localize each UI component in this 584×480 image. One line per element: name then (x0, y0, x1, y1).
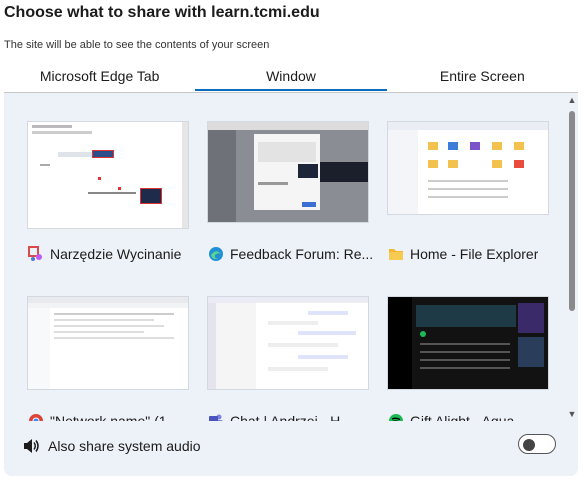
window-option-network-chrome[interactable]: "Network name" (1... (28, 297, 198, 421)
teams-icon (208, 413, 224, 421)
system-audio-toggle[interactable] (518, 434, 556, 454)
window-list-scrollbar[interactable]: ▲ ▼ (566, 93, 578, 421)
snipping-tool-icon (28, 246, 44, 262)
folder-icon (388, 246, 404, 262)
window-title: Feedback Forum: Re... (230, 246, 374, 262)
window-thumbnail (208, 122, 368, 222)
tab-entire-screen[interactable]: Entire Screen (387, 64, 578, 92)
scroll-down-icon[interactable]: ▼ (567, 409, 577, 419)
window-thumbnail (28, 122, 188, 228)
window-thumbnail (388, 297, 548, 389)
dialog-title: Choose what to share with learn.tcmi.edu (4, 4, 320, 21)
window-thumbnail (388, 122, 548, 214)
window-caption: Gift Alight - Aqua... (388, 413, 560, 421)
tab-microsoft-edge-tab[interactable]: Microsoft Edge Tab (4, 64, 195, 92)
window-option-snipping-tool[interactable]: Narzędzie Wycinanie (28, 122, 198, 262)
window-thumbnail (28, 297, 188, 389)
toggle-knob (523, 439, 535, 451)
window-grid: Narzędzie Wycinanie Feedback Forum: Re..… (4, 93, 566, 421)
window-title: Narzędzie Wycinanie (50, 246, 182, 262)
speaker-icon (22, 437, 40, 455)
window-option-feedback-forum[interactable]: Feedback Forum: Re... (208, 122, 378, 262)
dialog-subtitle: The site will be able to see the content… (4, 39, 270, 51)
scroll-up-icon[interactable]: ▲ (567, 95, 577, 105)
system-audio-label: Also share system audio (48, 438, 201, 454)
tab-window[interactable]: Window (195, 64, 387, 92)
window-caption: Home - File Explorer (388, 246, 560, 262)
window-title: Home - File Explorer (410, 246, 539, 262)
system-audio-row: Also share system audio (4, 421, 578, 476)
window-caption: Chat | Andrzej - H... (208, 413, 380, 421)
window-option-file-explorer[interactable]: Home - File Explorer (388, 122, 558, 262)
spotify-icon (388, 413, 404, 421)
window-title: Gift Alight - Aqua... (410, 413, 526, 421)
window-caption: Feedback Forum: Re... (208, 246, 380, 262)
window-thumbnail (208, 297, 368, 389)
chrome-icon (28, 413, 44, 421)
scrollbar-thumb[interactable] (569, 111, 575, 311)
edge-icon (208, 246, 224, 262)
window-picker-panel: Narzędzie Wycinanie Feedback Forum: Re..… (4, 93, 578, 476)
window-title: Chat | Andrzej - H... (230, 413, 352, 421)
window-option-teams-chat[interactable]: Chat | Andrzej - H... (208, 297, 378, 421)
window-option-spotify[interactable]: Gift Alight - Aqua... (388, 297, 558, 421)
window-caption: Narzędzie Wycinanie (28, 246, 200, 262)
share-source-tabs: Microsoft Edge Tab Window Entire Screen (4, 64, 578, 92)
window-caption: "Network name" (1... (28, 413, 200, 421)
window-title: "Network name" (1... (50, 413, 179, 421)
